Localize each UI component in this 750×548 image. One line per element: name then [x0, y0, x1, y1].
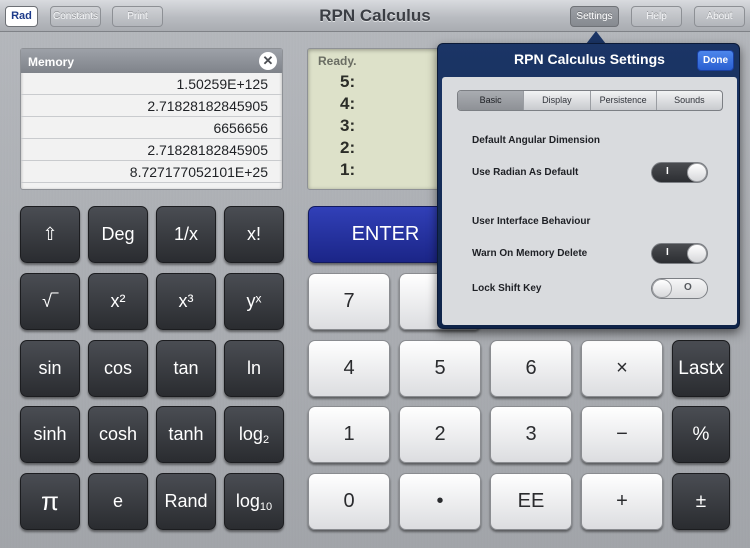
cube-key[interactable]: x³: [156, 273, 216, 330]
digit-7-key[interactable]: 7: [308, 273, 390, 330]
shift-key[interactable]: ⇧: [20, 206, 80, 263]
top-toolbar: Rad Constants Print RPN Calculus Setting…: [0, 0, 750, 32]
section-angular-dimension: Default Angular Dimension: [472, 135, 600, 146]
digit-4-key[interactable]: 4: [308, 340, 390, 397]
angle-mode-button[interactable]: Rad: [5, 6, 38, 27]
memory-row[interactable]: 2.71828182845905: [21, 139, 282, 161]
tab-display[interactable]: Display: [524, 91, 591, 110]
deg-key[interactable]: Deg: [88, 206, 148, 263]
tan-key[interactable]: tan: [156, 340, 216, 397]
tab-basic[interactable]: Basic: [458, 91, 525, 110]
rand-key[interactable]: Rand: [156, 473, 216, 530]
factorial-key[interactable]: x!: [224, 206, 284, 263]
pi-key[interactable]: π: [20, 473, 80, 530]
settings-title: RPN Calculus Settings: [514, 51, 665, 67]
settings-button[interactable]: Settings: [570, 6, 619, 27]
about-button[interactable]: About: [694, 6, 745, 27]
log10-base: 10: [259, 501, 273, 513]
e-key[interactable]: e: [88, 473, 148, 530]
add-key[interactable]: +: [581, 473, 663, 530]
toggle-knob: [687, 244, 707, 263]
cosh-key[interactable]: cosh: [88, 406, 148, 463]
settings-tabs: Basic Display Persistence Sounds: [457, 90, 723, 111]
log2-base: 2: [262, 434, 270, 446]
warn-delete-label: Warn On Memory Delete: [472, 248, 588, 259]
exponent-key[interactable]: EE: [490, 473, 572, 530]
warn-delete-toggle[interactable]: I: [651, 243, 708, 264]
stack-register-5: 5:: [340, 72, 356, 91]
lastx-label: Last: [678, 358, 715, 379]
app-title: RPN Calculus: [319, 6, 431, 25]
change-sign-key[interactable]: ±: [672, 473, 730, 530]
use-radian-toggle[interactable]: I: [651, 162, 708, 183]
toggle-on-mark: I: [666, 166, 669, 177]
settings-body: Basic Display Persistence Sounds Default…: [442, 77, 737, 325]
reciprocal-key[interactable]: 1/x: [156, 206, 216, 263]
power-key[interactable]: yˣ: [224, 273, 284, 330]
stack-register-1: 1:: [340, 160, 356, 179]
cos-key[interactable]: cos: [88, 340, 148, 397]
digit-3-key[interactable]: 3: [490, 406, 572, 463]
multiply-key[interactable]: ×: [581, 340, 663, 397]
log10-key[interactable]: log10: [224, 473, 284, 530]
tanh-key[interactable]: tanh: [156, 406, 216, 463]
help-button[interactable]: Help: [631, 6, 682, 27]
digit-5-key[interactable]: 5: [399, 340, 481, 397]
close-icon[interactable]: ✕: [259, 52, 277, 70]
done-button[interactable]: Done: [697, 50, 734, 71]
lock-shift-label: Lock Shift Key: [472, 283, 542, 294]
log2-key[interactable]: log2: [224, 406, 284, 463]
subtract-key[interactable]: −: [581, 406, 663, 463]
sinh-key[interactable]: sinh: [20, 406, 80, 463]
digit-6-key[interactable]: 6: [490, 340, 572, 397]
memory-row[interactable]: 8.727177052101E+25: [21, 161, 282, 183]
stack-status: Ready.: [318, 54, 357, 68]
ln-key[interactable]: ln: [224, 340, 284, 397]
memory-row[interactable]: 2.71828182845905: [21, 95, 282, 117]
toggle-knob: [687, 163, 707, 182]
lastx-key[interactable]: Lastx: [672, 340, 730, 397]
digit-2-key[interactable]: 2: [399, 406, 481, 463]
lock-shift-toggle[interactable]: O: [651, 278, 708, 299]
lastx-var: x: [714, 358, 724, 379]
print-button[interactable]: Print: [112, 6, 163, 27]
sqrt-key[interactable]: √‾: [20, 273, 80, 330]
memory-row[interactable]: 6656656: [21, 117, 282, 139]
square-key[interactable]: x²: [88, 273, 148, 330]
toggle-on-mark: I: [666, 247, 669, 258]
tab-sounds[interactable]: Sounds: [657, 91, 722, 110]
percent-key[interactable]: %: [672, 406, 730, 463]
digit-1-key[interactable]: 1: [308, 406, 390, 463]
memory-title: Memory: [28, 55, 75, 69]
settings-popover: RPN Calculus Settings Done Basic Display…: [437, 43, 740, 329]
section-ui-behaviour: User Interface Behaviour: [472, 216, 591, 227]
tab-persistence[interactable]: Persistence: [591, 91, 657, 110]
use-radian-label: Use Radian As Default: [472, 167, 579, 178]
stack-display: Ready. 5: 4: 3: 2: 1:: [307, 48, 442, 190]
sin-key[interactable]: sin: [20, 340, 80, 397]
digit-0-key[interactable]: 0: [308, 473, 390, 530]
constants-button[interactable]: Constants: [50, 6, 101, 27]
decimal-point-key[interactable]: •: [399, 473, 481, 530]
stack-register-4: 4:: [340, 94, 356, 113]
stack-register-3: 3:: [340, 116, 356, 135]
memory-row[interactable]: 1.50259E+125: [21, 73, 282, 95]
memory-header: Memory ✕: [21, 49, 282, 73]
toggle-knob: [652, 279, 672, 298]
memory-panel: Memory ✕ 1.50259E+125 2.71828182845905 6…: [20, 48, 283, 190]
toggle-off-mark: O: [684, 282, 692, 293]
stack-register-2: 2:: [340, 138, 356, 157]
log2-label: log: [238, 424, 263, 444]
log10-label: log: [235, 491, 260, 511]
